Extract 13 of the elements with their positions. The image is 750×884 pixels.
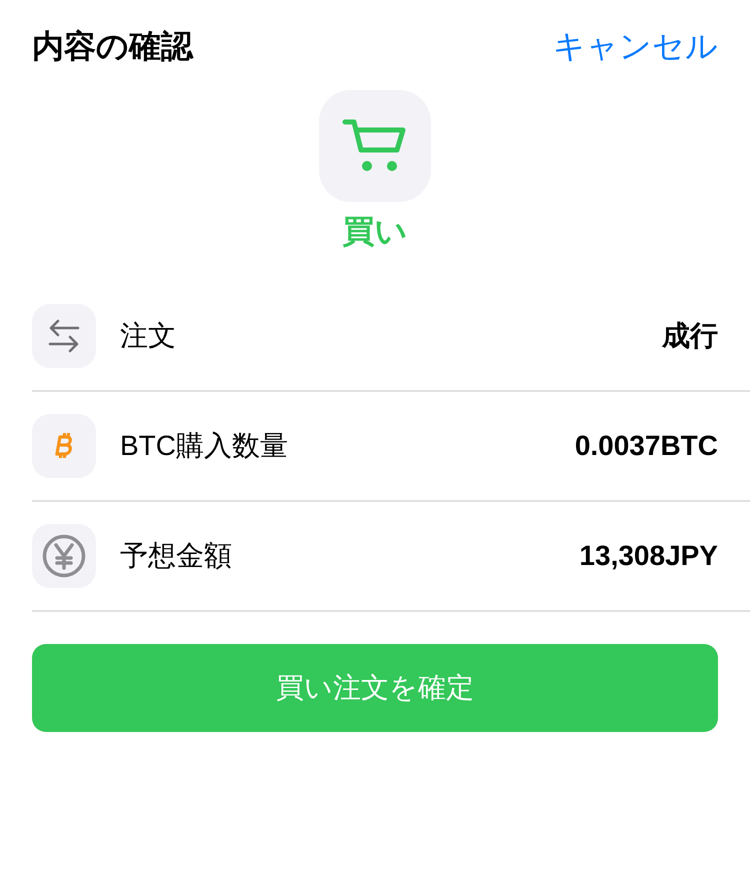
order-side-label: 買い (342, 212, 408, 250)
swap-arrows-icon (48, 318, 80, 354)
yen-coin-icon (42, 534, 86, 578)
row-label: 予想金額 (120, 539, 232, 574)
row-label: 注文 (120, 319, 176, 354)
row-value: 13,308JPY (579, 539, 718, 574)
row-value: 0.0037BTC (574, 429, 718, 464)
cart-icon (342, 118, 408, 174)
row-label: BTC購入数量 (120, 429, 288, 464)
row-value: 成行 (662, 319, 718, 354)
confirm-button[interactable]: 買い注文を確定 (32, 644, 718, 732)
cancel-link[interactable]: キャンセル (553, 22, 718, 70)
screen-title: 内容の確認 (32, 27, 193, 66)
